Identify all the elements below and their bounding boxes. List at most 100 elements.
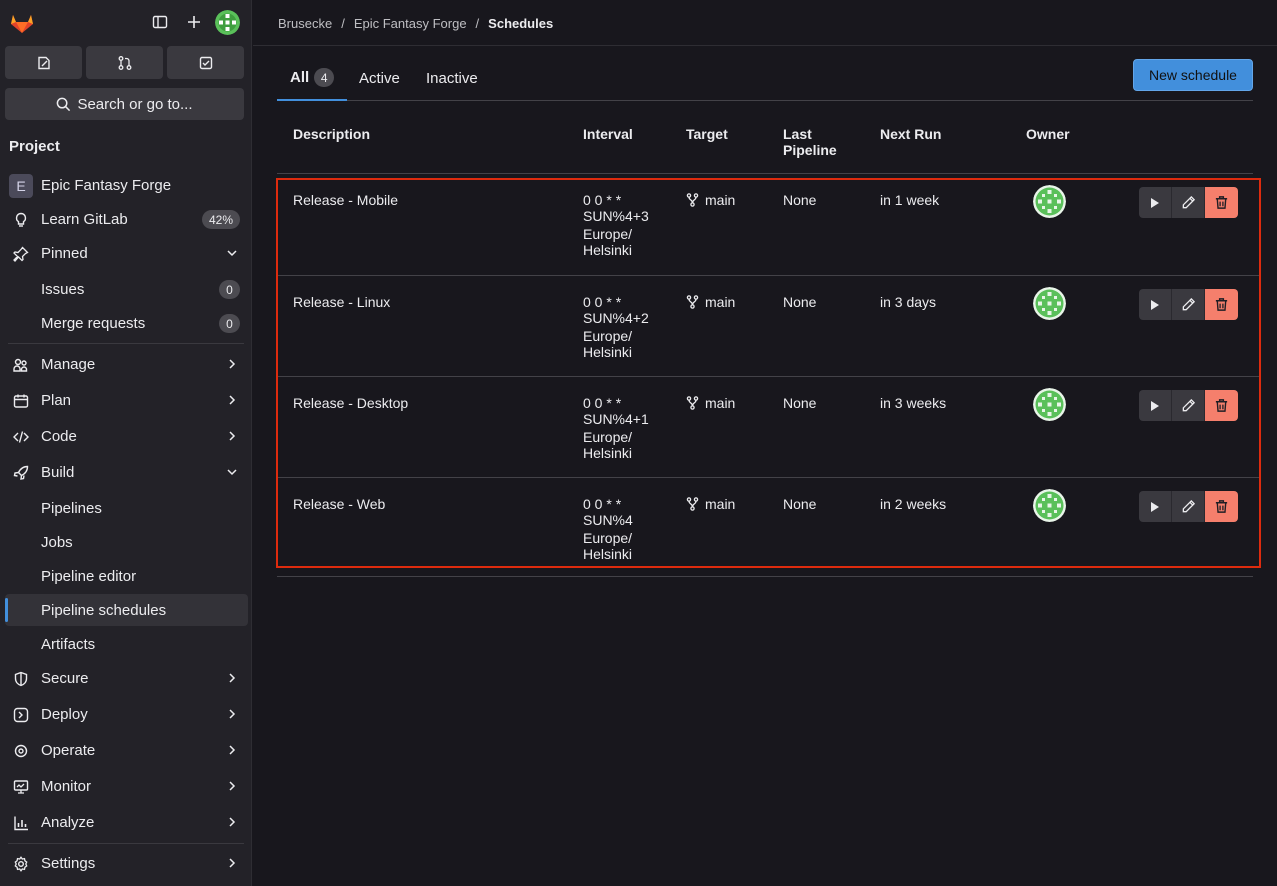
gitlab-logo-icon[interactable] xyxy=(9,9,35,35)
sidebar-item-pipeline-schedules[interactable]: Pipeline schedules xyxy=(5,594,248,626)
sidebar-item-deploy[interactable]: Deploy xyxy=(0,698,252,730)
count-badge: 0 xyxy=(219,314,240,333)
sidebar-item-project[interactable]: E Epic Fantasy Forge xyxy=(0,169,252,201)
target-branch: main xyxy=(705,395,736,411)
schedule-target[interactable]: main xyxy=(686,294,735,310)
merge-requests-shortcut-button[interactable] xyxy=(86,46,163,79)
target-branch: main xyxy=(705,294,736,310)
run-schedule-button[interactable] xyxy=(1139,187,1172,218)
sidebar-item-build[interactable]: Build xyxy=(0,456,252,488)
plus-icon[interactable] xyxy=(182,10,206,34)
edit-schedule-button[interactable] xyxy=(1172,187,1205,218)
cron-expression-line1: 0 0 * * xyxy=(583,294,622,310)
delete-schedule-button[interactable] xyxy=(1205,289,1238,320)
cron-expression-line1: 0 0 * * xyxy=(583,192,622,208)
run-schedule-button[interactable] xyxy=(1139,289,1172,320)
chevron-down-icon xyxy=(227,250,237,257)
sidebar-item-issues[interactable]: Issues 0 xyxy=(0,273,252,305)
breadcrumb-current[interactable]: Schedules xyxy=(488,16,553,31)
search-label: Search or go to... xyxy=(77,95,193,113)
tab-label: Active xyxy=(359,70,400,87)
delete-schedule-button[interactable] xyxy=(1205,390,1238,421)
sidebar-item-label: Code xyxy=(41,427,77,445)
sidebar-item-label: Build xyxy=(41,463,75,481)
user-avatar[interactable] xyxy=(215,10,240,35)
pencil-icon xyxy=(1182,398,1195,412)
todo-icon xyxy=(199,56,212,69)
sidebar-item-label: Analyze xyxy=(41,813,95,831)
sidebar-item-pipeline-editor[interactable]: Pipeline editor xyxy=(0,560,252,592)
sidebar-item-plan[interactable]: Plan xyxy=(0,384,252,416)
sidebar-item-secure[interactable]: Secure xyxy=(0,662,252,694)
tab-all[interactable]: All 4 xyxy=(277,56,348,101)
sidebar-item-analyze[interactable]: Analyze xyxy=(0,806,252,838)
tab-label: All xyxy=(290,69,310,86)
sidebar-item-artifacts[interactable]: Artifacts xyxy=(0,628,252,660)
collapse-sidebar-icon[interactable] xyxy=(148,10,172,34)
table-row: Release - Desktop 0 0 * * SUN%4+1 Europe… xyxy=(277,376,1261,477)
row-actions xyxy=(1139,187,1238,218)
owner-avatar[interactable] xyxy=(1033,388,1066,421)
breadcrumb-separator: / xyxy=(475,16,480,31)
timezone-line1: Europe/ xyxy=(583,328,633,344)
table-row: Release - Linux 0 0 * * SUN%4+2 Europe/ … xyxy=(277,275,1261,376)
chevron-right-icon xyxy=(229,359,236,369)
run-schedule-button[interactable] xyxy=(1139,491,1172,522)
sidebar-item-label: Plan xyxy=(41,391,72,409)
todos-shortcut-button[interactable] xyxy=(167,46,244,79)
owner-avatar[interactable] xyxy=(1033,185,1066,218)
gear-icon xyxy=(12,855,29,872)
timezone-line2: Helsinki xyxy=(583,242,633,258)
breadcrumb-link-group[interactable]: Brusecke xyxy=(278,16,332,31)
schedule-target[interactable]: main xyxy=(686,192,735,208)
branch-icon xyxy=(686,295,699,309)
table-bottom-divider xyxy=(277,576,1253,577)
schedule-target[interactable]: main xyxy=(686,496,735,512)
breadcrumb: Brusecke / Epic Fantasy Forge / Schedule… xyxy=(278,16,553,31)
column-header-description: Description xyxy=(293,126,371,142)
run-schedule-button[interactable] xyxy=(1139,390,1172,421)
sidebar: Search or go to... Project E Epic Fantas… xyxy=(0,0,252,886)
breadcrumb-link-project[interactable]: Epic Fantasy Forge xyxy=(354,16,467,31)
timezone-line1: Europe/ xyxy=(583,226,633,242)
chevron-right-icon xyxy=(229,781,236,791)
edit-schedule-button[interactable] xyxy=(1172,390,1205,421)
sidebar-item-jobs[interactable]: Jobs xyxy=(0,526,252,558)
sidebar-item-code[interactable]: Code xyxy=(0,420,252,452)
project-name: Epic Fantasy Forge xyxy=(41,176,172,194)
search-button[interactable]: Search or go to... xyxy=(5,88,244,120)
edit-schedule-button[interactable] xyxy=(1172,491,1205,522)
sidebar-item-pinned[interactable]: Pinned xyxy=(0,237,252,269)
delete-schedule-button[interactable] xyxy=(1205,187,1238,218)
schedule-target[interactable]: main xyxy=(686,395,735,411)
next-run: in 3 days xyxy=(880,294,937,310)
sidebar-item-merge-requests[interactable]: Merge requests 0 xyxy=(0,307,252,339)
delete-schedule-button[interactable] xyxy=(1205,491,1238,522)
sidebar-item-settings[interactable]: Settings xyxy=(0,847,252,879)
owner-avatar[interactable] xyxy=(1033,489,1066,522)
issues-shortcut-button[interactable] xyxy=(5,46,82,79)
sidebar-item-monitor[interactable]: Monitor xyxy=(0,770,252,802)
table-row: Release - Web 0 0 * * SUN%4 Europe/ Hels… xyxy=(277,477,1261,578)
schedule-description: Release - Desktop xyxy=(293,395,409,411)
trash-icon xyxy=(1215,196,1228,209)
sidebar-item-label: Pipeline schedules xyxy=(41,601,167,619)
schedule-interval: 0 0 * * SUN%4+2 Europe/ Helsinki xyxy=(583,294,663,360)
sidebar-item-pipelines[interactable]: Pipelines xyxy=(0,492,252,524)
cloud-gear-icon xyxy=(12,742,29,759)
sidebar-item-learn-gitlab[interactable]: Learn GitLab 42% xyxy=(0,203,252,235)
tab-active[interactable]: Active xyxy=(359,56,400,101)
column-header-next-run: Next Run xyxy=(880,126,942,142)
tab-inactive[interactable]: Inactive xyxy=(426,56,478,101)
column-header-last-pipeline: Last Pipeline xyxy=(783,126,837,158)
sidebar-item-manage[interactable]: Manage xyxy=(0,348,252,380)
project-avatar: E xyxy=(9,174,33,198)
owner-avatar[interactable] xyxy=(1033,287,1066,320)
row-actions xyxy=(1139,390,1238,421)
branch-icon xyxy=(686,497,699,511)
new-schedule-button[interactable]: New schedule xyxy=(1133,59,1253,91)
sidebar-item-label: Monitor xyxy=(41,777,92,795)
pencil-icon xyxy=(1182,297,1195,311)
sidebar-item-operate[interactable]: Operate xyxy=(0,734,252,766)
edit-schedule-button[interactable] xyxy=(1172,289,1205,320)
